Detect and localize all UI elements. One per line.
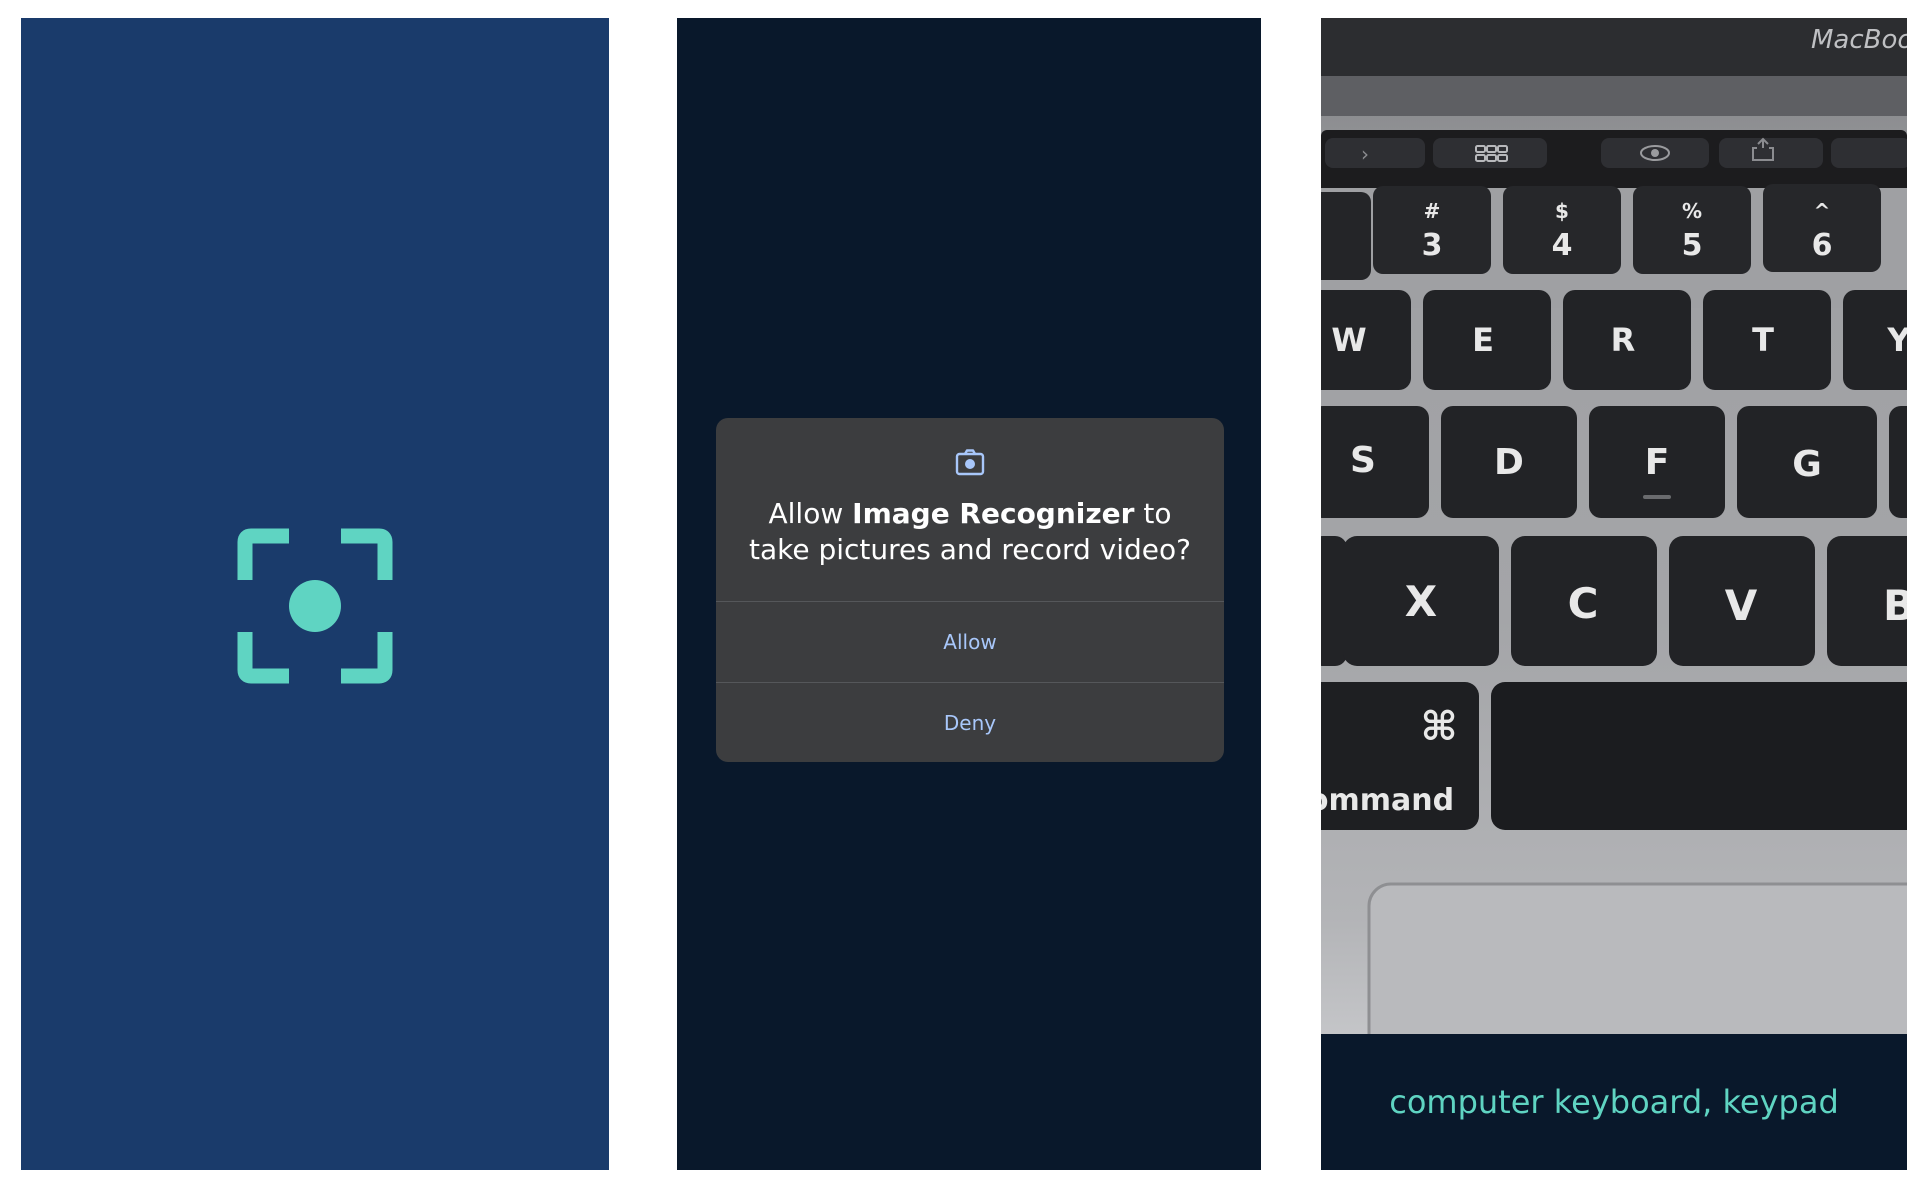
key-label: W: [1331, 321, 1366, 359]
command-key-label: ommand: [1321, 783, 1454, 818]
key-label: D: [1494, 442, 1524, 483]
qwerty-key-row: W E R T Y: [1321, 290, 1907, 390]
brand-text: MacBoo: [1811, 25, 1907, 55]
keyboard-photo: MacBoo › # 3 $ 4 % 5 ^ 6 W E R T Y S D F…: [1321, 18, 1907, 1034]
bottom-key-row: ⌘ ommand: [1321, 682, 1907, 830]
camera-icon: [955, 449, 985, 476]
key-symbol: %: [1682, 199, 1702, 223]
key-label: S: [1350, 440, 1376, 481]
asdf-key-row: S D F G: [1321, 406, 1907, 518]
camera-preview: MacBoo › # 3 $ 4 % 5 ^ 6 W E R T Y S D F…: [1321, 18, 1907, 1034]
key-label: V: [1725, 581, 1758, 630]
camera-focus-icon: [237, 528, 393, 684]
trackpad: [1367, 882, 1907, 1034]
splash-screen: [21, 18, 609, 1170]
key-label: T: [1752, 321, 1774, 359]
key-label: F: [1645, 442, 1670, 483]
app-name: Image Recognizer: [852, 497, 1135, 530]
key-label: C: [1568, 579, 1599, 628]
key-symbol: $: [1555, 199, 1569, 223]
key-digit: 4: [1552, 228, 1573, 263]
key-digit: 5: [1682, 228, 1703, 263]
key-label: B: [1883, 581, 1907, 630]
touchbar-share-button: [1719, 138, 1823, 168]
permission-screen: Allow Image Recognizer to take pictures …: [677, 18, 1261, 1170]
zxcv-key-row: X C V B: [1321, 536, 1907, 666]
key-label: R: [1611, 321, 1636, 359]
key-label: Y: [1886, 321, 1907, 359]
command-icon: ⌘: [1420, 704, 1457, 750]
key-label: E: [1472, 321, 1494, 359]
key-symbol: #: [1424, 199, 1441, 223]
permission-dialog: Allow Image Recognizer to take pictures …: [716, 418, 1224, 762]
deny-button[interactable]: Deny: [716, 683, 1224, 762]
dialog-title: Allow Image Recognizer to take pictures …: [736, 496, 1204, 568]
recognition-result: computer keyboard, keypad: [1389, 1083, 1839, 1121]
key-digit: 6: [1812, 228, 1833, 263]
svg-text:›: ›: [1361, 142, 1369, 166]
dialog-title-prefix: Allow: [768, 497, 853, 530]
result-screen: MacBoo › # 3 $ 4 % 5 ^ 6 W E R T Y S D F…: [1321, 18, 1907, 1170]
key-label: X: [1405, 577, 1437, 626]
key-label: G: [1792, 444, 1822, 485]
key-symbol: ^: [1814, 199, 1831, 223]
key-digit: 3: [1422, 228, 1443, 263]
allow-button[interactable]: Allow: [716, 602, 1224, 682]
